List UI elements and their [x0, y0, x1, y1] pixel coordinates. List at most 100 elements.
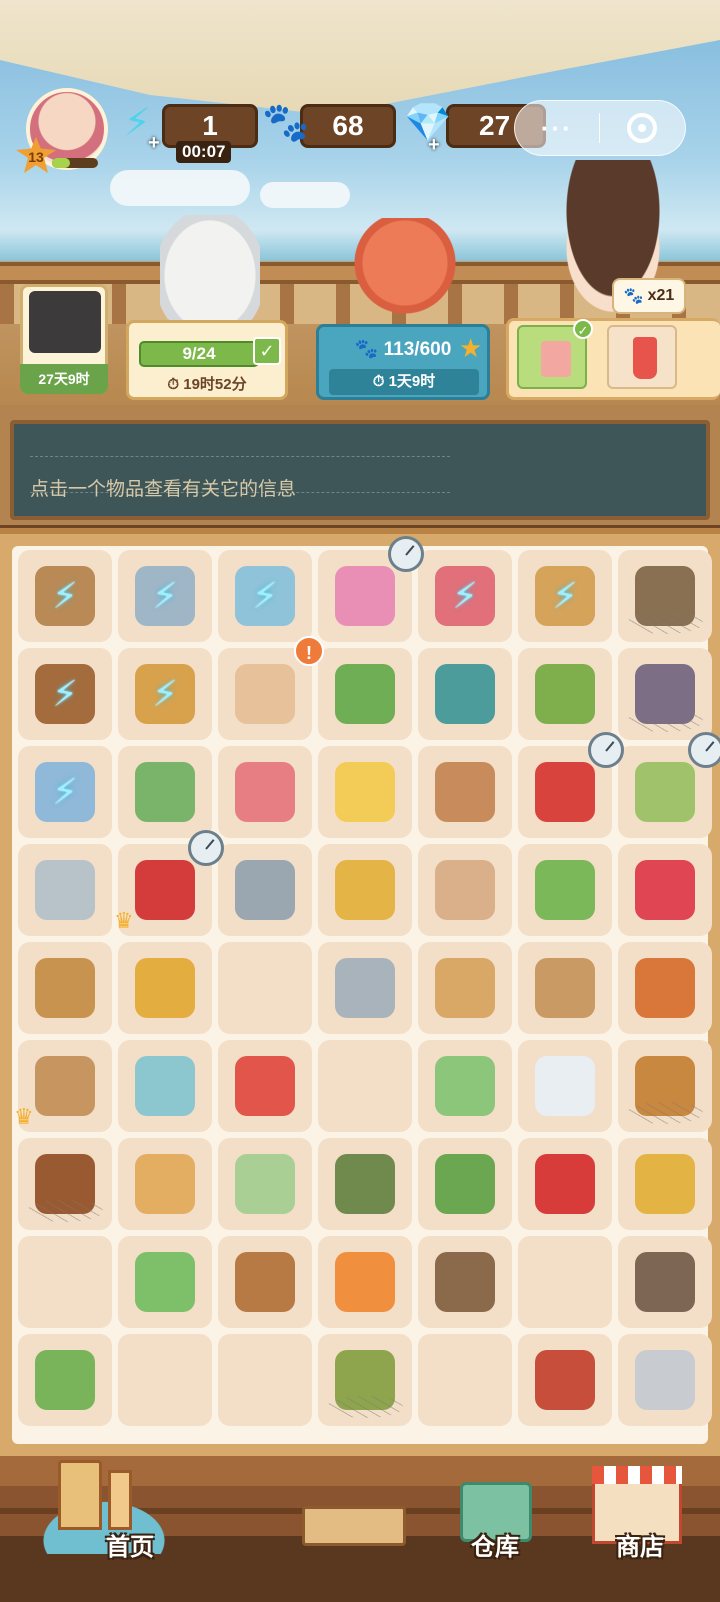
board-cell[interactable] — [218, 1138, 312, 1230]
tin-can-item[interactable] — [635, 1350, 695, 1410]
go-board-item[interactable] — [535, 958, 595, 1018]
spray-bottle-item[interactable] — [135, 1252, 195, 1312]
board-cell[interactable] — [18, 1334, 112, 1426]
board-cell[interactable] — [618, 1040, 712, 1132]
event-progress-card[interactable]: 🐾 113/600 ★ ⏱ 1天9时 — [316, 324, 490, 400]
board-cell[interactable] — [318, 1334, 412, 1426]
garden-trowel-item[interactable] — [335, 1154, 395, 1214]
ceramic-vase-item[interactable] — [235, 1154, 295, 1214]
seashell-item[interactable] — [135, 1154, 195, 1214]
board-cell[interactable] — [18, 1138, 112, 1230]
request-slot-bag[interactable]: ✓ — [517, 319, 593, 389]
straw-hut-item[interactable]: ⚡ — [535, 566, 595, 626]
board-cell[interactable] — [318, 1138, 412, 1230]
metal-screw-item[interactable] — [235, 860, 295, 920]
seedling-pot-item[interactable] — [535, 860, 595, 920]
bench-icon[interactable] — [302, 1506, 406, 1546]
board-cell[interactable] — [418, 1138, 512, 1230]
board-cell[interactable] — [518, 844, 612, 936]
board-cell[interactable] — [118, 746, 212, 838]
cat-keychain-item[interactable] — [35, 860, 95, 920]
seed-sprout-item[interactable] — [435, 762, 495, 822]
board-cell[interactable] — [618, 1334, 712, 1426]
board-cell[interactable] — [418, 648, 512, 740]
candy-item[interactable] — [335, 1252, 395, 1312]
board-cell[interactable] — [118, 1236, 212, 1328]
board-cell[interactable]: ♛ — [14, 1040, 112, 1132]
octopus-chef-character[interactable] — [350, 218, 460, 318]
board-cell[interactable] — [218, 1334, 312, 1426]
nav-home-button[interactable]: 首页 — [40, 1456, 220, 1602]
board-cell[interactable] — [418, 746, 512, 838]
stopwatch-icon[interactable] — [688, 732, 720, 768]
board-cell[interactable] — [18, 942, 112, 1034]
slingshot-rope-item[interactable] — [235, 1252, 295, 1312]
board-cell[interactable]: ⚡ — [218, 550, 312, 642]
sponge-cake-item[interactable] — [335, 762, 395, 822]
rope-coil-item[interactable] — [627, 1056, 703, 1124]
board-cell[interactable] — [318, 536, 424, 642]
board-cell[interactable] — [518, 1236, 612, 1328]
board-cell[interactable] — [518, 942, 612, 1034]
board-cell[interactable] — [518, 732, 624, 838]
board-cell[interactable] — [318, 942, 412, 1034]
kiwi-basket-item[interactable] — [327, 1350, 403, 1418]
board-cell[interactable]: ♛ — [114, 830, 224, 936]
hatchet-item[interactable] — [635, 1252, 695, 1312]
board-cell[interactable] — [218, 746, 312, 838]
board-cell[interactable] — [218, 844, 312, 936]
ice-shaver-item[interactable]: ⚡ — [235, 566, 295, 626]
glass-cabinet-item[interactable]: ⚡ — [35, 762, 95, 822]
board-cell[interactable]: ! — [294, 636, 412, 740]
wood-planks-item[interactable] — [35, 958, 95, 1018]
board-cell[interactable]: ⚡ — [518, 550, 612, 642]
cleaning-cloth-item[interactable] — [335, 860, 395, 920]
paw-coin-counter[interactable]: 68 — [300, 104, 396, 148]
meatball-plate-item[interactable] — [27, 1154, 103, 1222]
lotus-leaf-item[interactable] — [435, 1154, 495, 1214]
board-cell[interactable] — [518, 1040, 612, 1132]
board-cell[interactable] — [118, 1040, 212, 1132]
more-menu-button[interactable]: ··· — [515, 113, 599, 144]
hand-axe-item[interactable] — [435, 1252, 495, 1312]
board-cell[interactable] — [318, 746, 412, 838]
board-cell[interactable] — [318, 1236, 412, 1328]
board-cell[interactable] — [218, 1040, 312, 1132]
board-cell[interactable] — [318, 1040, 412, 1132]
stopwatch-icon[interactable] — [588, 732, 624, 768]
board-cell[interactable]: ⚡ — [418, 550, 512, 642]
calendar-notebook-item[interactable] — [35, 1056, 95, 1116]
board-cell[interactable] — [518, 1334, 612, 1426]
bbq-grill-item[interactable]: ⚡ — [135, 566, 195, 626]
close-button[interactable] — [600, 113, 686, 143]
board-cell[interactable] — [518, 1138, 612, 1230]
wooden-bucket-item[interactable]: ⚡ — [35, 566, 95, 626]
board-cell[interactable]: ⚡ — [118, 648, 212, 740]
board-cell[interactable] — [518, 648, 612, 740]
rose-flower-pot-item[interactable] — [535, 762, 595, 822]
stopwatch-icon[interactable] — [388, 536, 424, 572]
corn-stick-item[interactable] — [635, 1154, 695, 1214]
character-order-card[interactable]: 27天9时 — [20, 284, 108, 394]
pink-soap-piece-item[interactable] — [235, 762, 295, 822]
bean-seed-item[interactable] — [435, 860, 495, 920]
board-cell[interactable]: ⚡ — [18, 550, 112, 642]
board-cell[interactable]: ⚡ — [18, 648, 112, 740]
garden-fork-item[interactable] — [535, 664, 595, 724]
owl-character[interactable] — [160, 215, 260, 325]
board-cell[interactable] — [618, 732, 720, 838]
board-cell[interactable] — [418, 844, 512, 936]
board-cell[interactable] — [318, 844, 412, 936]
fishing-bow-item[interactable]: ⚡ — [35, 664, 95, 724]
board-cell[interactable] — [118, 1138, 212, 1230]
gem-add-icon[interactable]: + — [428, 134, 440, 157]
board-cell[interactable] — [418, 942, 512, 1034]
board-cell[interactable] — [418, 1040, 512, 1132]
clay-pot-item[interactable] — [627, 566, 703, 634]
board-cell[interactable] — [118, 1334, 212, 1426]
board-cell[interactable] — [18, 1236, 112, 1328]
rose-bouquet-item[interactable] — [135, 860, 195, 920]
board-cell[interactable] — [618, 844, 712, 936]
nav-shop-button[interactable]: 商店 — [580, 1456, 700, 1602]
board-cell[interactable] — [618, 942, 712, 1034]
